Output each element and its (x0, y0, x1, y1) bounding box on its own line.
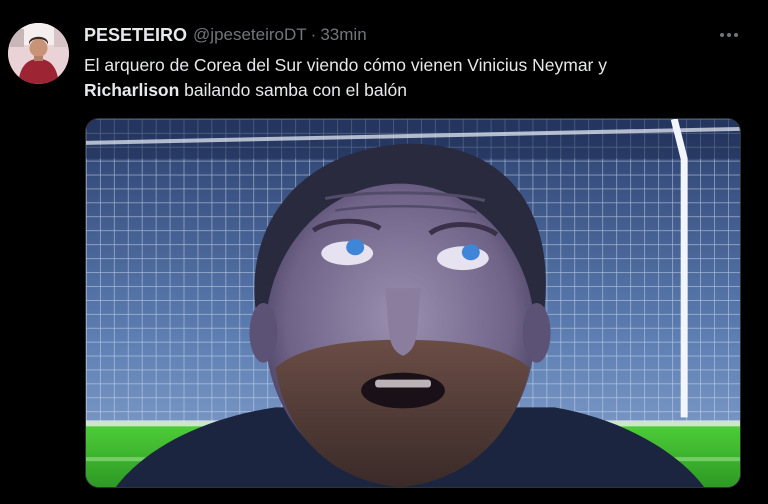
more-options-button[interactable] (714, 24, 744, 46)
avatar[interactable] (8, 23, 69, 84)
header-separator: · (310, 25, 317, 44)
tweet-text-line2: Richarlison bailando samba con el balón (84, 78, 724, 103)
tweet-header: PESETEIRO @jpeseteiroDT · 33min (84, 24, 367, 46)
more-horizontal-icon (720, 33, 738, 37)
tweet-text: El arquero de Corea del Sur viendo cómo … (84, 53, 724, 103)
avatar-image (8, 23, 69, 84)
tweet-text-line1: El arquero de Corea del Sur viendo cómo … (84, 55, 608, 75)
goalkeeper-meme-image (86, 119, 740, 487)
author-display-name[interactable]: PESETEIRO (84, 25, 187, 46)
tweet-text-line2-rest: bailando samba con el balón (179, 80, 407, 100)
mention-richarlison: Richarlison (84, 80, 180, 100)
tweet-timestamp[interactable]: 33min (320, 25, 366, 45)
author-handle[interactable]: @jpeseteiroDT (193, 25, 307, 45)
tweet-card[interactable]: PESETEIRO @jpeseteiroDT · 33min El arque… (0, 0, 768, 504)
tweet-media-image[interactable] (85, 118, 741, 488)
